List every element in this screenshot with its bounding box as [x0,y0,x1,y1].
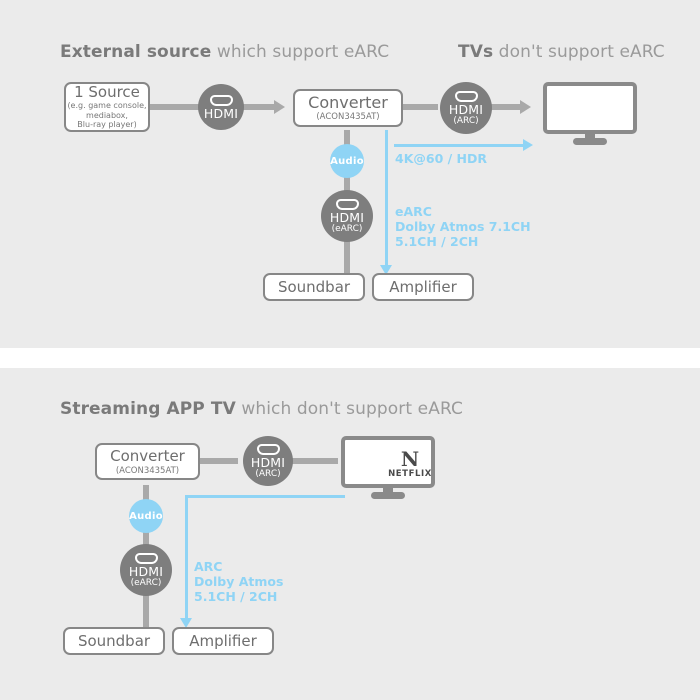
top-panel-heading-rest: which support eARC [211,42,390,62]
hdmi-badge-earc[interactable]: HDMI (eARC) [120,544,172,596]
audio-badge[interactable]: Audio [330,144,364,178]
hdmi-badge-earc-sub: (eARC) [331,223,363,234]
audio-label-line2: Dolby Atmos 7.1CH [395,219,531,234]
soundbar-box[interactable]: Soundbar [63,627,165,655]
hdmi-badge-earc-label: HDMI [128,563,164,579]
hdmi-badge-arc-label: HDMI [250,454,286,470]
source-box-sub2: mediabox, [86,110,128,120]
hdmi-badge-arc-sub: (ARC) [255,468,281,479]
converter-box-model: (ACON3435AT) [316,112,380,122]
tv-display-netflix: N NETFLIX [341,436,435,502]
tv-base [573,138,607,145]
hdmi-badge-arc[interactable]: HDMI (ARC) [243,436,293,486]
tv-screen [543,82,637,134]
connector-hdmiarc-to-tv [490,104,522,110]
hdmi-plug-icon [454,90,478,102]
top-panel-heading-tvs-strong: TVs [458,42,494,62]
soundbar-box[interactable]: Soundbar [263,273,365,301]
hdmi-plug-icon [335,198,359,210]
source-box[interactable]: 1 Source (e.g. game console, mediabox, B… [64,82,150,132]
audio-return-path-vertical [185,495,188,620]
top-panel-heading-tvs: TVs don't support eARC [458,42,665,62]
arrow-to-converter [274,100,285,114]
tv-base [371,492,405,499]
bottom-panel-heading-strong: Streaming APP TV [60,399,236,419]
hdmi-badge-source-label: HDMI [203,105,239,121]
audio-label-line1: eARC [395,204,432,219]
bottom-panel-streaming-app-tv: Streaming APP TV which don't support eAR… [0,368,700,700]
audio-return-path-horizontal [185,495,345,498]
source-box-sub3: Blu-ray player) [77,120,137,130]
connector-hdmiarc-to-converter [200,458,238,464]
connector-hdmi-to-converter [240,104,276,110]
converter-box-title: Converter [110,446,185,465]
hdmi-plug-icon [256,443,280,455]
video-path-line [394,144,524,147]
amplifier-box-label: Amplifier [389,277,457,296]
netflix-logo: N NETFLIX [388,446,432,479]
soundbar-box-label: Soundbar [77,631,151,650]
bottom-panel-heading-rest: which don't support eARC [235,399,463,419]
converter-box-title: Converter [308,93,388,112]
netflix-mark: N [400,446,420,471]
hdmi-badge-arc-label: HDMI [448,101,484,117]
soundbar-box-label: Soundbar [277,277,351,296]
audio-label-line1: ARC [194,559,223,574]
hdmi-badge-arc[interactable]: HDMI (ARC) [440,82,492,134]
top-panel-heading-strong: External source [60,42,212,62]
hdmi-plug-icon [209,94,233,106]
source-box-title: 1 Source [74,83,140,102]
hdmi-badge-source[interactable]: HDMI [198,84,244,130]
arrow-to-tv [520,100,531,114]
hdmi-badge-earc[interactable]: HDMI (eARC) [321,190,373,242]
audio-label-line3: 5.1CH / 2CH [395,234,479,249]
audio-label-line3: 5.1CH / 2CH [194,589,278,604]
connector-tv-to-hdmiarc [290,458,338,464]
amplifier-box-label: Amplifier [189,631,257,650]
audio-badge-label: Audio [330,155,364,167]
converter-box-model: (ACON3435AT) [115,465,180,476]
top-panel-heading-tvs-rest: don't support eARC [493,42,665,62]
audio-label-line2: Dolby Atmos [194,574,284,589]
amplifier-box[interactable]: Amplifier [372,273,474,301]
top-panel-heading: External source which support eARC [60,42,389,62]
bottom-panel-heading: Streaming APP TV which don't support eAR… [60,399,463,419]
hdmi-badge-earc-label: HDMI [329,209,365,225]
audio-badge-label: Audio [129,510,163,522]
netflix-wordmark: NETFLIX [388,468,432,479]
tv-screen: N NETFLIX [341,436,435,488]
audio-badge[interactable]: Audio [129,499,163,533]
video-label: 4K@60 / HDR [395,151,488,166]
converter-box[interactable]: Converter (ACON3435AT) [95,443,200,480]
hdmi-badge-earc-sub: (eARC) [130,577,162,588]
amplifier-box[interactable]: Amplifier [172,627,274,655]
connector-converter-to-hdmiarc [402,104,438,110]
video-path-arrow [523,139,533,151]
hdmi-plug-icon [134,552,158,564]
hdmi-badge-arc-sub: (ARC) [453,115,479,126]
top-panel-external-source: External source which support eARC TVs d… [0,0,700,348]
converter-box[interactable]: Converter (ACON3435AT) [293,89,403,127]
source-box-sub1: (e.g. game console, [67,101,147,111]
audio-return-path-line [385,130,388,267]
tv-display [543,82,637,148]
